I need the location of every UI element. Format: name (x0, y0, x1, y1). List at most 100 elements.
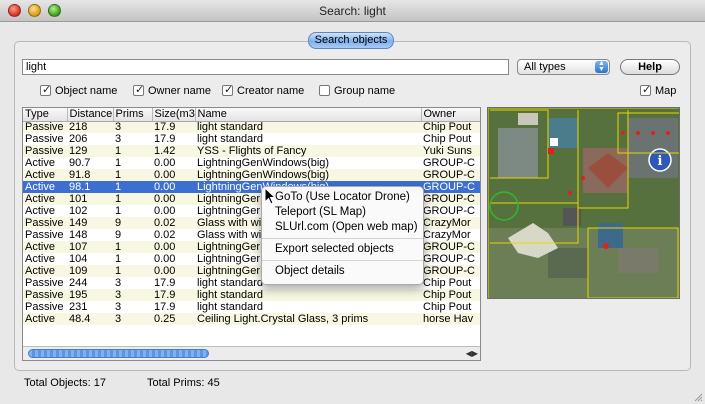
cell-prims: 3 (113, 313, 152, 325)
menu-separator (262, 260, 423, 261)
cell-distance: 206 (67, 133, 113, 145)
scroll-arrows-icon[interactable]: ◀▶ (466, 349, 478, 358)
cell-name: YSS - Flights of Fancy (195, 145, 421, 157)
cell-size: 0.02 (152, 229, 195, 241)
table-header: Type Distance Prims Size(m3) Name Owner (23, 108, 480, 122)
mouse-cursor-icon (264, 187, 276, 205)
cell-owner: Chip Pout (421, 301, 480, 313)
cell-name: light standard (195, 121, 421, 133)
cell-owner: Chip Pout (421, 277, 480, 289)
cell-distance: 195 (67, 289, 113, 301)
cell-distance: 48.4 (67, 313, 113, 325)
checkbox-checked-icon (640, 83, 651, 97)
cell-prims: 1 (113, 241, 152, 253)
cell-owner: Chip Pout (421, 121, 480, 133)
map-label: Map (655, 85, 677, 97)
column-header-name[interactable]: Name (195, 108, 422, 122)
cell-type: Active (23, 253, 67, 265)
column-header-size[interactable]: Size(m3) (152, 108, 196, 122)
menu-item-export[interactable]: Export selected objects (262, 242, 423, 257)
cell-type: Active (23, 181, 67, 193)
object-name-label: Object name (55, 85, 118, 97)
resize-grip-icon[interactable] (693, 392, 703, 402)
column-header-distance[interactable]: Distance (67, 108, 114, 122)
creator-name-checkbox[interactable]: Creator name (222, 83, 304, 98)
cell-owner: GROUP-C (421, 157, 480, 169)
total-objects-label: Total Objects: 17 (24, 377, 106, 389)
search-input[interactable] (22, 59, 509, 75)
cell-type: Passive (23, 121, 67, 133)
type-filter-select[interactable]: All types ▲ ▼ (517, 59, 610, 75)
owner-name-checkbox[interactable]: Owner name (133, 83, 211, 98)
cell-prims: 3 (113, 277, 152, 289)
cell-owner: GROUP-C (421, 265, 480, 277)
table-row[interactable]: Passive 129 1 1.42 YSS - Flights of Fancy Yuk… (23, 145, 480, 157)
zoom-window-button[interactable] (48, 4, 61, 17)
cell-owner: GROUP-C (421, 169, 480, 181)
cell-type: Passive (23, 229, 67, 241)
table-row[interactable]: Active 48.4 3 0.25 Ceiling Light.Crystal Gla… (23, 313, 480, 325)
cell-owner: Yuki Suns (421, 145, 480, 157)
cell-prims: 9 (113, 229, 152, 241)
minimize-window-button[interactable] (28, 4, 41, 17)
tab-search-objects[interactable]: Search objects (308, 32, 394, 49)
cell-prims: 1 (113, 181, 152, 193)
table-row[interactable]: Passive 218 3 17.9 light standard Chip Pout (23, 121, 480, 133)
cell-size: 17.9 (152, 277, 195, 289)
cell-prims: 3 (113, 301, 152, 313)
horizontal-scrollbar[interactable]: ◀▶ (23, 346, 480, 360)
cell-size: 0.00 (152, 265, 195, 277)
owner-name-label: Owner name (148, 85, 211, 97)
cell-distance: 107 (67, 241, 113, 253)
cell-size: 0.00 (152, 253, 195, 265)
cell-owner: Chip Pout (421, 289, 480, 301)
table-row[interactable]: Passive 195 3 17.9 light standard Chip Pout (23, 289, 480, 301)
object-name-checkbox[interactable]: Object name (40, 83, 118, 98)
group-name-checkbox[interactable]: Group name (319, 84, 395, 98)
menu-item-goto[interactable]: GoTo (Use Locator Drone) (262, 190, 423, 205)
menu-item-object-details[interactable]: Object details (262, 264, 423, 279)
menu-item-slurl[interactable]: SLUrl.com (Open web map) (262, 220, 423, 235)
cell-distance: 148 (67, 229, 113, 241)
menu-item-teleport[interactable]: Teleport (SL Map) (262, 205, 423, 220)
column-header-prims[interactable]: Prims (113, 108, 153, 122)
column-header-owner[interactable]: Owner (421, 108, 480, 122)
cell-owner: CrazyMor (421, 217, 480, 229)
column-header-type[interactable]: Type (23, 108, 68, 122)
cell-type: Active (23, 193, 67, 205)
cell-name: light standard (195, 133, 421, 145)
table-row[interactable]: Passive 206 3 17.9 light standard Chip Pout (23, 133, 480, 145)
minimap[interactable]: i (487, 107, 680, 299)
close-window-button[interactable] (8, 4, 21, 17)
cell-type: Passive (23, 277, 67, 289)
cell-prims: 3 (113, 133, 152, 145)
cell-name: LightningGenWindows(big) (195, 157, 421, 169)
cell-distance: 218 (67, 121, 113, 133)
cell-prims: 1 (113, 145, 152, 157)
table-row[interactable]: Active 90.7 1 0.00 LightningGenWindows(big) G… (23, 157, 480, 169)
help-button[interactable]: Help (620, 59, 680, 75)
cell-prims: 3 (113, 121, 152, 133)
table-row[interactable]: Passive 231 3 17.9 light standard Chip Pout (23, 301, 480, 313)
select-arrows-icon: ▲ ▼ (595, 60, 608, 73)
cell-size: 17.9 (152, 133, 195, 145)
checkbox-checked-icon (222, 83, 233, 97)
cell-distance: 90.7 (67, 157, 113, 169)
group-name-label: Group name (334, 85, 396, 97)
cell-type: Active (23, 205, 67, 217)
cell-type: Active (23, 313, 67, 325)
window-title: Search: light (319, 4, 386, 18)
context-menu: GoTo (Use Locator Drone) Teleport (SL Ma… (261, 186, 424, 285)
type-filter-value: All types (524, 61, 566, 73)
table-row[interactable]: Active 91.8 1 0.00 LightningGenWindows(big) G… (23, 169, 480, 181)
cell-size: 0.00 (152, 241, 195, 253)
cell-size: 0.00 (152, 157, 195, 169)
cell-type: Passive (23, 217, 67, 229)
cell-size: 17.9 (152, 301, 195, 313)
cell-owner: GROUP-C (421, 193, 480, 205)
map-checkbox[interactable]: Map (640, 83, 677, 98)
cell-distance: 231 (67, 301, 113, 313)
scrollbar-thumb[interactable] (28, 349, 209, 358)
cell-prims: 1 (113, 169, 152, 181)
cell-size: 0.00 (152, 169, 195, 181)
